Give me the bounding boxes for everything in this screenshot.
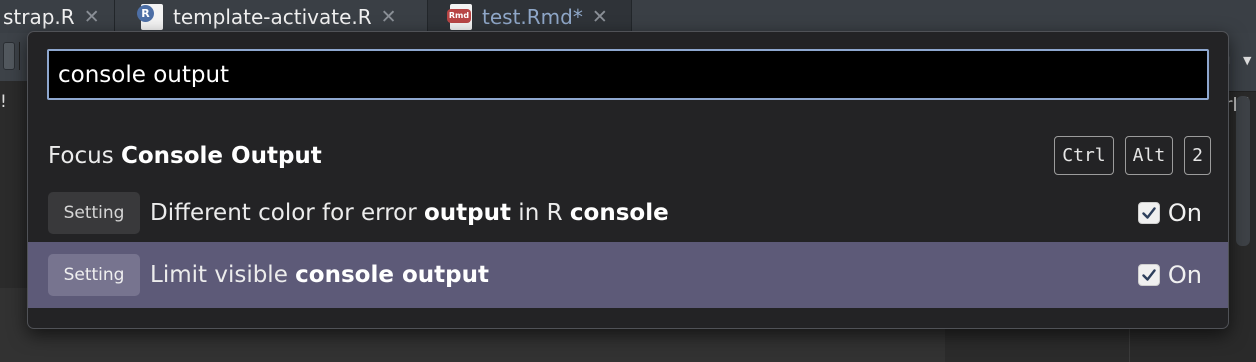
result-match: console [569,200,669,226]
command-palette: Focus Console Output Ctrl Alt 2 Setting … [27,31,1229,329]
result-match: console output [295,262,489,288]
tab-strap[interactable]: strap.R ✕ [0,0,115,33]
editor-text-fragment: ! [0,92,7,112]
palette-result-focus-console-output[interactable]: Focus Console Output Ctrl Alt 2 [28,128,1228,184]
result-text: Different color for error [150,200,424,226]
command-search-input[interactable] [47,49,1209,100]
r-file-icon: R [137,3,163,30]
result-title: Focus Console Output [48,143,322,169]
tab-label: test.Rmd* [482,4,583,29]
tab-label: template-activate.R [173,4,372,29]
result-prefix: Focus [48,143,121,169]
kbd-ctrl: Ctrl [1054,136,1114,175]
editor-toolbar-edge [0,33,30,81]
checkbox-checked-icon[interactable] [1137,264,1160,286]
setting-toggle[interactable]: On [1137,261,1202,289]
keyboard-shortcut: Ctrl Alt 2 [1054,136,1211,175]
result-match: output [423,200,511,226]
setting-toggle[interactable]: On [1137,199,1202,227]
scrollbar[interactable] [1236,96,1250,246]
kbd-alt: Alt [1124,136,1174,175]
result-text: Limit visible [150,262,296,288]
result-title: Limit visible console output [150,262,489,288]
rmd-file-icon: Rmd [447,3,472,30]
palette-result-limit-console-output[interactable]: Setting Limit visible console output On [28,242,1228,308]
toolbar-separator [19,42,20,70]
setting-badge: Setting [48,254,140,296]
palette-result-error-output-color[interactable]: Setting Different color for error output… [28,184,1228,242]
kbd-2: 2 [1184,136,1211,175]
tab-label: strap.R [3,4,75,29]
tab-template-activate[interactable]: R template-activate.R ✕ [115,0,428,33]
close-icon[interactable]: ✕ [592,6,608,28]
close-icon[interactable]: ✕ [381,6,397,28]
tab-test-rmd[interactable]: Rmd test.Rmd* ✕ [428,0,632,33]
result-text: in R [511,200,570,226]
result-title: Different color for error output in R co… [150,200,669,226]
toggle-label: On [1167,261,1202,289]
toolbar-button[interactable] [3,42,15,70]
editor-tab-bar: strap.R ✕ R template-activate.R ✕ Rmd te… [0,0,1256,34]
setting-badge: Setting [48,192,140,234]
r-badge: R [137,4,154,22]
chevron-down-icon[interactable]: ▼ [1243,54,1251,67]
toggle-label: On [1167,199,1202,227]
result-match: Console Output [121,143,322,169]
checkbox-checked-icon[interactable] [1137,202,1160,224]
close-icon[interactable]: ✕ [84,6,100,28]
rmd-badge: Rmd [447,8,471,23]
